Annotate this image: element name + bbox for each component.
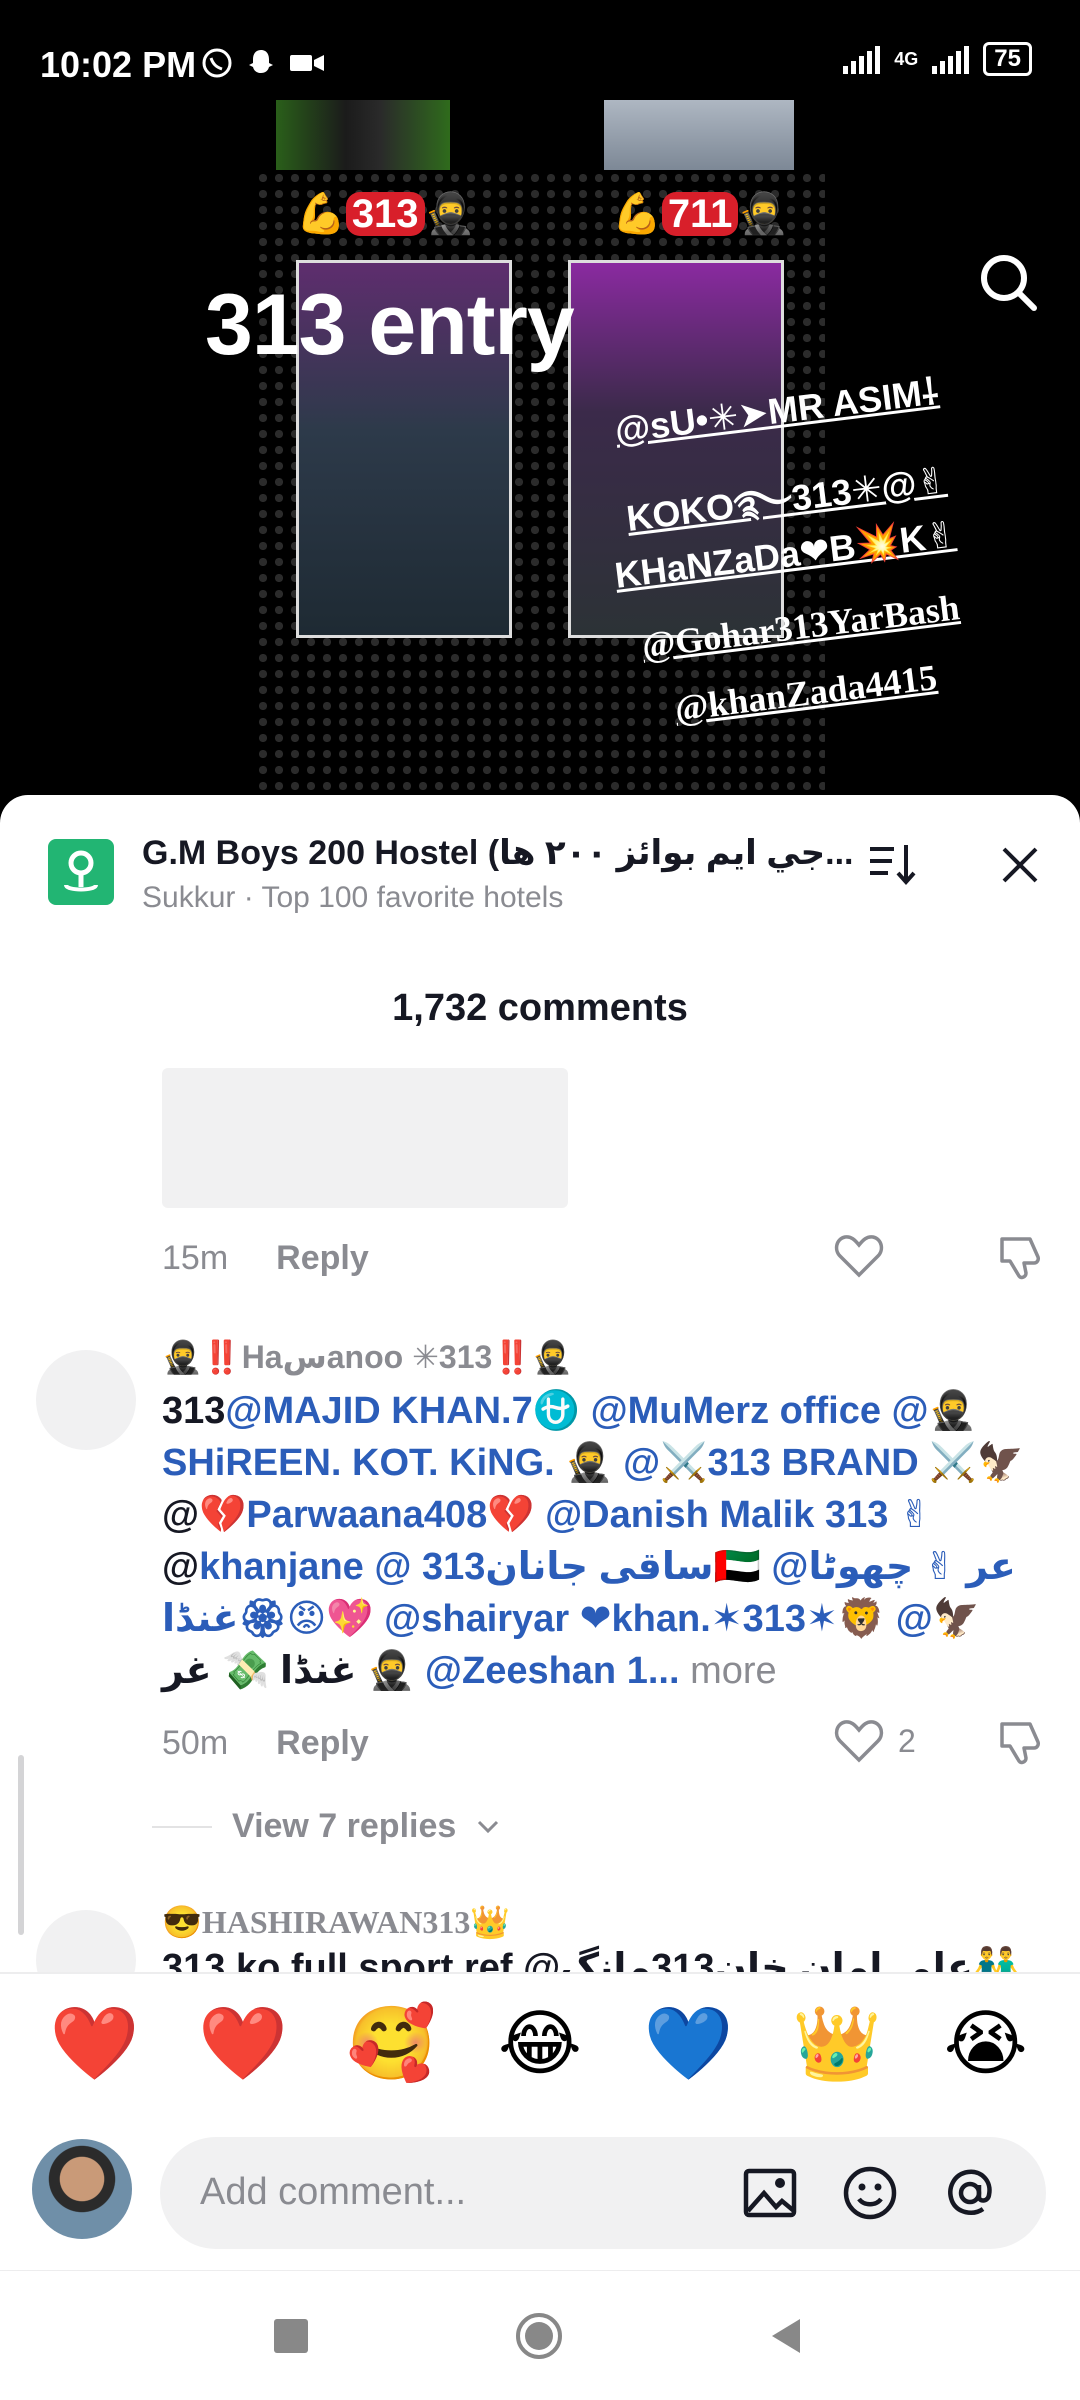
emoji-button[interactable]: ❤️ [188, 1994, 298, 2094]
mention-button[interactable] [940, 2163, 1000, 2223]
status-notification-icons [200, 46, 326, 88]
more-button[interactable]: more [690, 1650, 777, 1692]
comment-meta: 50m Reply [162, 1718, 369, 1768]
scroll-indicator[interactable] [18, 1755, 24, 1935]
triangle-back-icon [772, 2319, 800, 2353]
emoji-button[interactable]: 😂 [485, 1994, 595, 2094]
snapchat-icon [244, 46, 278, 88]
comment-input[interactable]: Add comment... [160, 2137, 1046, 2249]
status-time: 10:02 PM [40, 44, 197, 85]
signal-icon-2 [932, 44, 970, 74]
video-title-text: 313 entry [205, 277, 575, 373]
comment-line: غنڈا🏵😡💖 @shairyar ❤khan.✶313✶🦁 @🦅 [162, 1598, 981, 1640]
my-avatar[interactable] [32, 2139, 132, 2239]
signal-icon [843, 44, 881, 74]
heart-icon [834, 1235, 884, 1278]
emoji-button[interactable]: 👑 [782, 1994, 892, 2094]
thumbs-down-icon [1000, 1722, 1040, 1765]
video-player[interactable]: 💪 313 🥷 💪 711 🥷 313 entry @sU•✳➤MR ASIM⸸ KOK… [0, 100, 1080, 800]
smiley-icon [843, 2166, 897, 2220]
like-button[interactable]: 2 [834, 1718, 916, 1764]
comment-media-placeholder[interactable] [162, 1068, 568, 1208]
like-count: 2 [898, 1722, 916, 1759]
view-replies-button[interactable]: View 7 replies [152, 1807, 500, 1846]
image-button[interactable] [740, 2163, 800, 2223]
circle-icon [516, 2313, 562, 2359]
battery-icon: 75 [983, 42, 1032, 76]
comment-meta: 15m Reply [162, 1233, 369, 1283]
thumbs-down-icon [1000, 1237, 1040, 1280]
system-navigation-bar [0, 2270, 1080, 2400]
network-type: 4G [894, 48, 919, 69]
chevron-down-icon [478, 1820, 499, 1833]
video-camera-icon [288, 46, 326, 88]
sort-button[interactable] [864, 835, 920, 891]
comment-line: 313@MAJID KHAN.7⛎ @MuMerz office @🥷 [162, 1390, 976, 1432]
dislike-button[interactable] [994, 1716, 1046, 1768]
comment-line: SHiREEN. KOT. KiNG. 🥷 @⚔️313 BRAND ⚔️🦅 [162, 1442, 1024, 1484]
reply-button[interactable]: Reply [276, 1239, 369, 1278]
whatsapp-icon [200, 46, 234, 88]
at-sign-icon [948, 2169, 992, 2215]
quick-emoji-bar: ❤️ ❤️ 🥰 😂 💙 👑 😭 [0, 1994, 1080, 2094]
status-system-icons: 4G 75 [843, 42, 1032, 76]
comments-count: 1,732 comments [392, 987, 688, 1029]
comment-line: @💔Parwaana408💔 @Danish Malik 313 ✌ [162, 1494, 931, 1536]
comment-line: غنڈا 💸 غر 🥷 @Zeeshan 1... more [162, 1650, 777, 1692]
comment-text: 313@MAJID KHAN.7⛎ @MuMerz office @🥷 SHiR… [162, 1385, 1042, 1697]
comment-username[interactable]: 🥷‼️Haسanoo ✳313‼️🥷 [162, 1338, 572, 1376]
video-thumb-left [276, 100, 450, 170]
emoji-button[interactable]: ❤️ [39, 1994, 149, 2094]
close-button[interactable] [994, 839, 1046, 891]
comment-input-row: Add comment... [0, 2129, 1080, 2259]
view-replies-label: View 7 replies [232, 1807, 457, 1845]
recent-apps-button[interactable] [266, 2311, 316, 2361]
like-button[interactable] [834, 1233, 884, 1279]
map-pin-icon [48, 839, 114, 905]
comment-text: 313 ko full sport ref @علی امان خان313ما… [162, 1947, 1021, 1975]
image-icon [743, 2168, 797, 2218]
heart-icon [834, 1720, 884, 1763]
location-title[interactable]: G.M Boys 200 Hostel (جي ايم بوائز ٢٠٠ ها… [142, 833, 854, 873]
video-tag-left: 💪 313 🥷 [296, 192, 475, 236]
comment-time: 15m [162, 1238, 229, 1277]
emoji-button[interactable]: 💙 [634, 1994, 744, 2094]
close-icon [1002, 847, 1038, 883]
comment-username[interactable]: 😎HASHIRAWAN313👑 [162, 1903, 510, 1941]
avatar[interactable] [36, 1350, 136, 1450]
emoji-picker-button[interactable] [840, 2163, 900, 2223]
dislike-button[interactable] [994, 1231, 1046, 1283]
comment-line: @khanjane @ ساقی جانان313🇦🇪 @عر ✌ چھوٹا [162, 1546, 1016, 1588]
home-button[interactable] [514, 2311, 564, 2361]
emoji-button[interactable]: 😭 [931, 1994, 1041, 2094]
comment-input-placeholder: Add comment... [200, 2171, 467, 2213]
reply-button[interactable]: Reply [276, 1724, 369, 1763]
emoji-button[interactable]: 🥰 [336, 1994, 446, 2094]
back-button[interactable] [764, 2311, 814, 2361]
sort-icon [870, 845, 916, 886]
video-tag-right: 💪 711 🥷 [612, 192, 789, 236]
divider [152, 1825, 212, 1828]
search-icon [981, 255, 1037, 311]
video-thumb-right [604, 100, 794, 170]
square-icon [274, 2319, 308, 2353]
search-button[interactable] [976, 250, 1040, 314]
location-subtitle: Sukkur · Top 100 favorite hotels [142, 881, 564, 914]
comment-time: 50m [162, 1723, 229, 1762]
